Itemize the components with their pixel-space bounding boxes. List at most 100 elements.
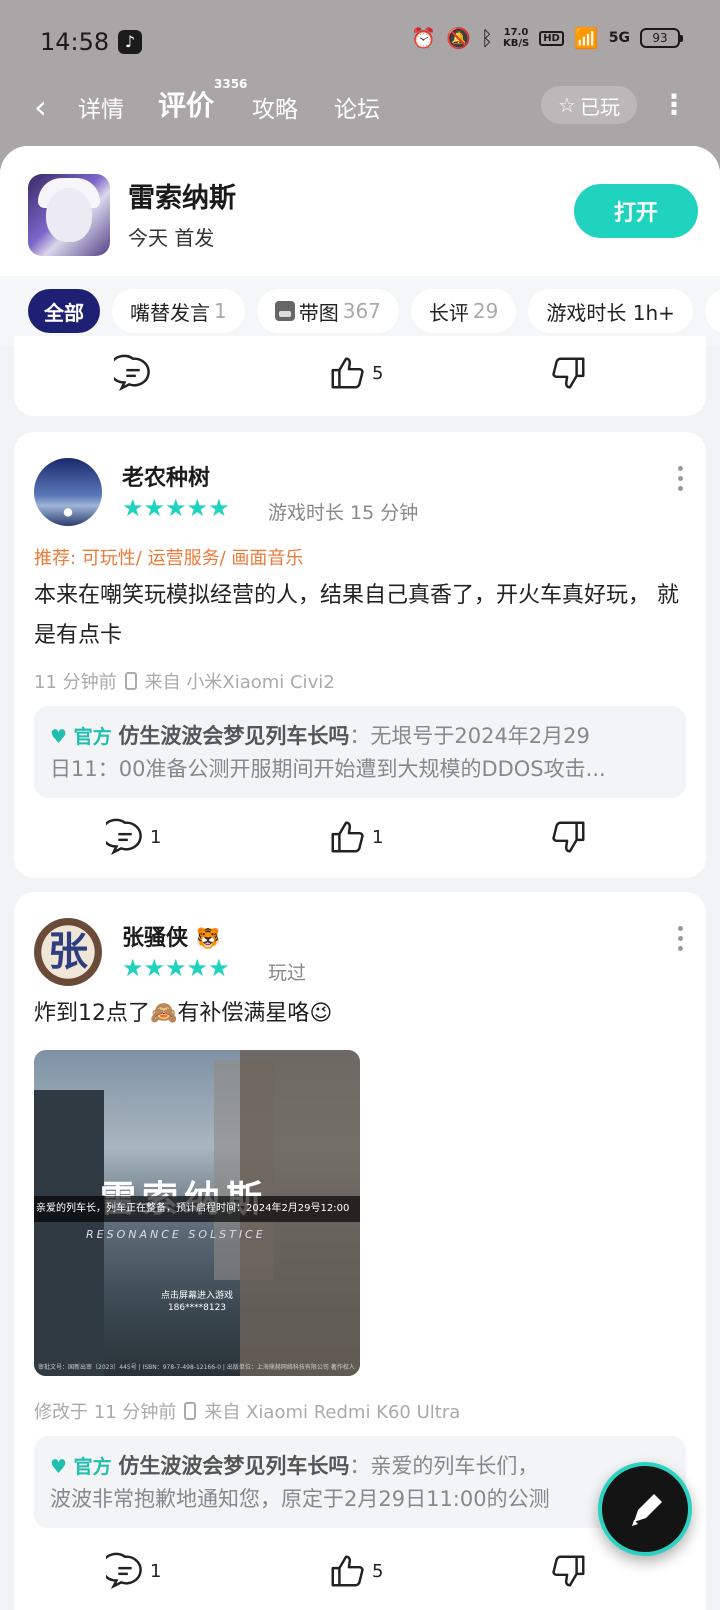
comment-icon	[106, 1552, 142, 1589]
review-device: 来自 Xiaomi Redmi K60 Ultra	[204, 1402, 461, 1423]
tab-details[interactable]: 详情	[78, 90, 124, 124]
review-device: 来自 小米Xiaomi Civi2	[144, 672, 335, 693]
hd-icon: HD	[539, 30, 564, 46]
rating-stars: ★★★★★	[122, 494, 230, 522]
review-username[interactable]: 张骚侠 🐯	[122, 920, 221, 952]
game-cover[interactable]	[28, 174, 110, 256]
official-reply[interactable]: ♥ 官方 仿生波波会梦见列车长吗：亲爱的列车长们， 波波非常抱歉地通知您，原定于…	[34, 1436, 686, 1528]
comment-button[interactable]	[114, 354, 152, 392]
official-text: ：亲爱的列车长们，	[349, 1454, 539, 1478]
more-icon[interactable]: ⋮	[660, 88, 688, 121]
filter-label: 嘴替发言	[130, 300, 210, 325]
review-image[interactable]: 雷索纳斯 亲爱的列车长，列车正在整备，预计启程时间：2024年2月29号12:0…	[34, 1050, 360, 1376]
official-badge: ♥ 官方	[50, 726, 112, 748]
official-author: 仿生波波会梦见列车长吗	[118, 724, 350, 748]
like-button[interactable]: 5	[328, 354, 383, 392]
battery-icon: 93	[640, 28, 683, 48]
open-button[interactable]: 打开	[574, 184, 698, 238]
played-button[interactable]: ☆ 已玩	[541, 86, 637, 124]
game-name: 雷索纳斯	[128, 183, 236, 214]
official-badge: ♥ 官方	[50, 1456, 112, 1478]
pen-icon	[632, 1494, 662, 1526]
game-subtitle: 今天 首发	[128, 226, 215, 250]
playtime: 玩过	[268, 962, 307, 984]
badge-icon: 🐯	[195, 926, 221, 950]
review-time: 修改于 11 分钟前	[34, 1402, 177, 1423]
dislike-button[interactable]	[550, 1552, 588, 1590]
comment-icon	[114, 354, 150, 391]
write-review-button[interactable]	[598, 1462, 692, 1556]
tiktok-icon: ♪	[118, 30, 142, 54]
comment-count: 1	[150, 826, 162, 848]
image-legal-text: 审批文号：国新出审〔2023〕445号 | ISBN：978-7-498-121…	[38, 1364, 356, 1371]
thumbs-up-icon	[331, 821, 364, 853]
like-count: 5	[372, 1560, 384, 1582]
image-tap-text: 点击屏幕进入游戏 186****8123	[160, 1291, 233, 1313]
mute-icon: 🔕	[446, 26, 471, 50]
review-actions: 1 5	[14, 1552, 706, 1592]
image-subtitle: RESONANCE SOLSTICE	[86, 1228, 266, 1241]
dislike-button[interactable]	[550, 818, 588, 856]
dislike-button[interactable]	[550, 354, 588, 392]
status-bar: 14:58 ♪ ⏰ 🔕 ᛒ 17.0 KB/S HD 📶 5G 93	[0, 0, 720, 86]
thumbs-down-icon	[552, 1555, 585, 1587]
avatar[interactable]	[34, 458, 102, 526]
review-actions: 1 1	[14, 818, 706, 858]
avatar[interactable]: 张	[34, 918, 102, 986]
like-count: 5	[372, 362, 384, 384]
phone-icon	[124, 672, 137, 690]
comment-icon	[106, 818, 142, 855]
official-author: 仿生波波会梦见列车长吗	[118, 1454, 350, 1478]
image-banner-text: 亲爱的列车长，列车正在整备，预计启程时间：2024年2月29号12:00	[34, 1196, 360, 1222]
review-username[interactable]: 老农种树	[122, 460, 210, 492]
status-time: 14:58	[40, 28, 110, 56]
thumbs-up-icon	[331, 357, 364, 389]
filter-all[interactable]: 全部	[28, 289, 100, 333]
nav-bar: ‹ 详情 评价 3356 攻略 论坛 ☆ 已玩 ⋮	[0, 77, 720, 130]
filter-long-review[interactable]: 长评 29	[410, 289, 517, 333]
tab-reviews-label: 评价	[158, 89, 215, 122]
like-button[interactable]: 1	[328, 818, 383, 856]
review-actions: 5	[14, 354, 706, 394]
filter-label: 带图	[298, 300, 339, 325]
status-icons: ⏰ 🔕 ᛒ 17.0 KB/S HD 📶 5G 93	[411, 26, 683, 50]
username-text: 张骚侠	[122, 926, 189, 951]
signal-icon: 5G	[608, 30, 630, 46]
review-card-partial: 5	[14, 336, 706, 416]
review-time: 11 分钟前	[34, 672, 117, 693]
official-text-more: 日11：00准备公测开服期间开始遭到大规模的DDOS攻击...	[50, 757, 606, 781]
played-label: 已玩	[579, 94, 620, 119]
alarm-icon: ⏰	[411, 26, 437, 50]
review-count: 3356	[214, 77, 248, 91]
official-text: ：无垠号于2024年2月29	[349, 724, 590, 748]
game-header: 雷索纳斯 今天 首发 打开	[0, 146, 720, 276]
review-text[interactable]: 炸到12点了🙈有补偿满星咯😉	[34, 994, 684, 1034]
filter-label: 长评	[428, 300, 469, 325]
filter-count: 1	[214, 299, 227, 323]
comment-count: 1	[150, 1560, 162, 1582]
filter-with-image[interactable]: 带图 367	[256, 289, 399, 333]
recommend-tags: 推荐: 可玩性/ 运营服务/ 画面音乐	[34, 548, 304, 569]
like-button[interactable]: 5	[328, 1552, 383, 1590]
review-text[interactable]: 本来在嘲笑玩模拟经营的人，结果自己真香了，开火车真好玩， 就是有点卡	[34, 576, 684, 656]
back-icon[interactable]: ‹	[34, 88, 47, 126]
filter-playtime[interactable]: 游戏时长 1h+	[528, 289, 693, 333]
comment-button[interactable]: 1	[106, 1552, 161, 1590]
comment-button[interactable]: 1	[106, 818, 161, 856]
more-options-icon[interactable]	[678, 926, 684, 956]
tab-guides[interactable]: 攻略	[252, 90, 298, 124]
official-reply[interactable]: ♥ 官方 仿生波波会梦见列车长吗：无垠号于2024年2月29 日11：00准备公…	[34, 706, 686, 798]
review-meta: 修改于 11 分钟前 来自 Xiaomi Redmi K60 Ultra	[34, 1398, 460, 1424]
more-options-icon[interactable]	[678, 466, 684, 496]
thumbs-down-icon	[552, 357, 585, 389]
image-icon	[274, 301, 295, 321]
network-speed: 17.0 KB/S	[502, 27, 530, 49]
thumbs-down-icon	[552, 821, 585, 853]
filter-good[interactable]: 好	[704, 289, 720, 333]
top-bar: 14:58 ♪ ⏰ 🔕 ᛒ 17.0 KB/S HD 📶 5G 93 ‹ 详情 评…	[0, 0, 720, 170]
rating-stars: ★★★★★	[122, 954, 230, 982]
tab-forum[interactable]: 论坛	[334, 90, 380, 124]
filter-voice[interactable]: 嘴替发言 1	[112, 289, 245, 333]
tab-reviews[interactable]: 评价	[158, 84, 215, 124]
bluetooth-icon: ᛒ	[480, 26, 493, 50]
